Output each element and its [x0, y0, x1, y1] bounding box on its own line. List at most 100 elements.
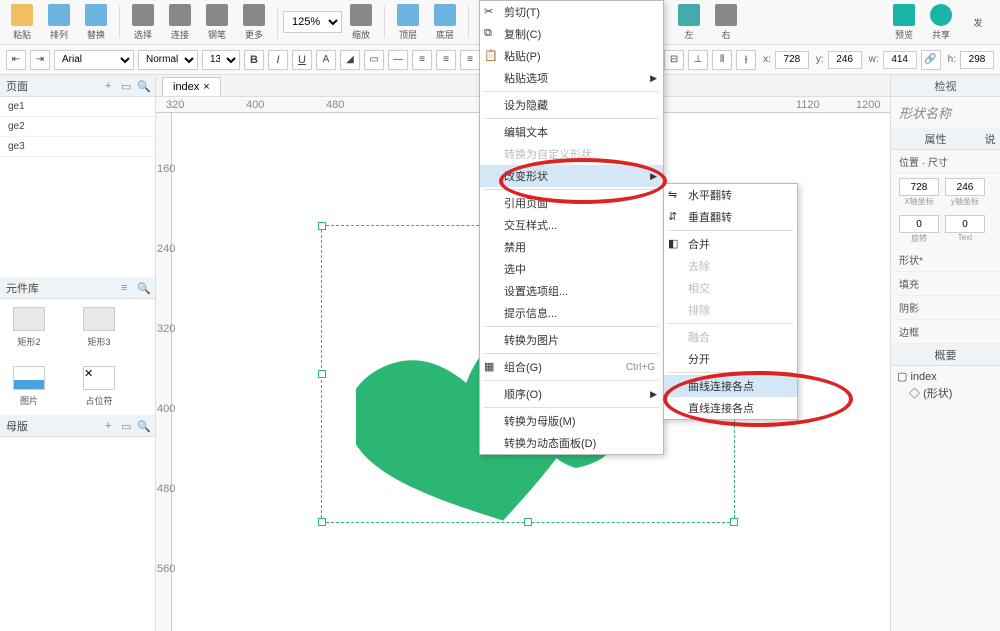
ctx-转换为动态面板(D)[interactable]: 转换为动态面板(D): [480, 432, 663, 454]
paste-button[interactable]: 粘贴: [4, 1, 40, 43]
resize-handle[interactable]: [318, 222, 326, 230]
tree-shape-item[interactable]: ◇ (形状): [897, 383, 994, 403]
resize-handle[interactable]: [318, 370, 326, 378]
outdent-icon[interactable]: ⇥: [30, 50, 50, 70]
ctx-转换为母版(M)[interactable]: 转换为母版(M): [480, 410, 663, 432]
lock-aspect-icon[interactable]: 🔗: [921, 50, 941, 70]
lib-image[interactable]: 图片: [8, 366, 50, 407]
add-folder-icon[interactable]: ▭: [121, 80, 133, 92]
line-style-button[interactable]: —: [388, 50, 408, 70]
resize-handle[interactable]: [318, 518, 326, 526]
inspector-tab[interactable]: 检视: [891, 75, 1000, 97]
ctx-禁用[interactable]: 禁用: [480, 236, 663, 258]
border-button[interactable]: ▭: [364, 50, 384, 70]
fill-color-button[interactable]: ◢: [340, 50, 360, 70]
ctx-提示信息...[interactable]: 提示信息...: [480, 302, 663, 324]
ctx-组合(G)[interactable]: ▦组合(G)Ctrl+G: [480, 356, 663, 378]
h-input[interactable]: [960, 51, 994, 69]
select-tool[interactable]: 选择: [125, 1, 161, 43]
x-input[interactable]: [775, 51, 809, 69]
share-button[interactable]: 共享: [923, 1, 959, 43]
ctx-顺序(O)[interactable]: 顺序(O)▶: [480, 383, 663, 405]
sub-曲线连接各点[interactable]: 曲线连接各点: [664, 375, 797, 397]
size-select[interactable]: 13: [202, 50, 240, 70]
add-page-icon[interactable]: +: [105, 80, 117, 92]
master-folder-icon[interactable]: ▭: [121, 420, 133, 432]
ctx-设置选项组...[interactable]: 设置选项组...: [480, 280, 663, 302]
replace-button[interactable]: 替换: [78, 1, 114, 43]
align-right-button[interactable]: 右: [708, 1, 744, 43]
sub-垂直翻转[interactable]: ⇵垂直翻转: [664, 206, 797, 228]
bring-front-button[interactable]: 顶层: [390, 1, 426, 43]
ctx-设为隐藏[interactable]: 设为隐藏: [480, 94, 663, 116]
lib-rect2[interactable]: 矩形2: [8, 307, 50, 348]
align-left-button[interactable]: 左: [671, 1, 707, 43]
italic-button[interactable]: I: [268, 50, 288, 70]
lib-search-icon[interactable]: 🔍: [137, 282, 149, 294]
close-tab-icon[interactable]: ×: [203, 81, 209, 93]
add-master-icon[interactable]: +: [105, 420, 117, 432]
zoom-button[interactable]: 缩放: [343, 1, 379, 43]
dist-v-button[interactable]: ⫲: [736, 50, 756, 70]
search-icon[interactable]: 🔍: [137, 80, 149, 92]
indent-icon[interactable]: ⇤: [6, 50, 26, 70]
pen-tool[interactable]: 钢笔: [199, 1, 235, 43]
pos-x-input[interactable]: [899, 178, 939, 196]
ctx-转换为图片[interactable]: 转换为图片: [480, 329, 663, 351]
page-item[interactable]: ge3: [0, 137, 155, 157]
more-tab[interactable]: 说: [980, 128, 1000, 150]
font-select[interactable]: Arial: [54, 50, 134, 70]
align-center-button[interactable]: ≡: [436, 50, 456, 70]
shadow-section[interactable]: 阴影: [891, 296, 1000, 320]
resize-handle[interactable]: [730, 518, 738, 526]
attr-tab[interactable]: 属性: [891, 128, 980, 150]
align-left-button[interactable]: ≡: [412, 50, 432, 70]
master-search-icon[interactable]: 🔍: [137, 420, 149, 432]
connect-tool[interactable]: 连接: [162, 1, 198, 43]
ctx-引用页面[interactable]: 引用页面: [480, 192, 663, 214]
lib-menu-icon[interactable]: ≡: [121, 282, 133, 294]
ctx-复制(C)[interactable]: ⧉复制(C): [480, 23, 663, 45]
ctx-编辑文本[interactable]: 编辑文本: [480, 121, 663, 143]
sub-合并[interactable]: ◧合并: [664, 233, 797, 255]
page-item[interactable]: ge1: [0, 97, 155, 117]
text-rot-input[interactable]: [945, 215, 985, 233]
sub-水平翻转[interactable]: ⇋水平翻转: [664, 184, 797, 206]
outline-tab[interactable]: 概要: [891, 344, 1000, 366]
lib-placeholder[interactable]: ✕占位符: [78, 366, 120, 407]
more-tool[interactable]: 更多: [236, 1, 272, 43]
ctx-改变形状[interactable]: 改变形状▶: [480, 165, 663, 187]
text-color-button[interactable]: A: [316, 50, 336, 70]
publish-button[interactable]: 发: [960, 1, 996, 43]
valign-mid-button[interactable]: ⊟: [664, 50, 684, 70]
tree-root[interactable]: ▢ index: [897, 370, 994, 383]
lib-rect3[interactable]: 矩形3: [78, 307, 120, 348]
y-input[interactable]: [828, 51, 862, 69]
shape-section[interactable]: 形状*: [891, 248, 1000, 272]
ctx-剪切(T)[interactable]: ✂剪切(T): [480, 1, 663, 23]
ctx-粘贴选项[interactable]: 粘贴选项▶: [480, 67, 663, 89]
bold-button[interactable]: B: [244, 50, 264, 70]
tab-index[interactable]: index×: [162, 77, 221, 96]
sub-分开[interactable]: 分开: [664, 348, 797, 370]
preview-button[interactable]: 预览: [886, 1, 922, 43]
weight-select[interactable]: Normal: [138, 50, 198, 70]
send-back-button[interactable]: 底层: [427, 1, 463, 43]
w-input[interactable]: [883, 51, 917, 69]
ctx-粘贴(P)[interactable]: 📋粘贴(P): [480, 45, 663, 67]
align-right-button[interactable]: ≡: [460, 50, 480, 70]
dist-h-button[interactable]: ⫴: [712, 50, 732, 70]
page-item[interactable]: ge2: [0, 117, 155, 137]
rotation-input[interactable]: [899, 215, 939, 233]
sub-直线连接各点[interactable]: 直线连接各点: [664, 397, 797, 419]
zoom-select[interactable]: 125%: [283, 11, 342, 33]
pos-y-input[interactable]: [945, 178, 985, 196]
right-sidebar: 检视 形状名称 属性 说 位置 · 尺寸 X轴坐标 y轴坐标 旋转 Text 形…: [890, 75, 1000, 631]
underline-button[interactable]: U: [292, 50, 312, 70]
arrange-button[interactable]: 排列: [41, 1, 77, 43]
fill-section[interactable]: 填充: [891, 272, 1000, 296]
ctx-交互样式...[interactable]: 交互样式...: [480, 214, 663, 236]
valign-bot-button[interactable]: ⊥: [688, 50, 708, 70]
border-section[interactable]: 边框: [891, 320, 1000, 344]
ctx-选中[interactable]: 选中: [480, 258, 663, 280]
